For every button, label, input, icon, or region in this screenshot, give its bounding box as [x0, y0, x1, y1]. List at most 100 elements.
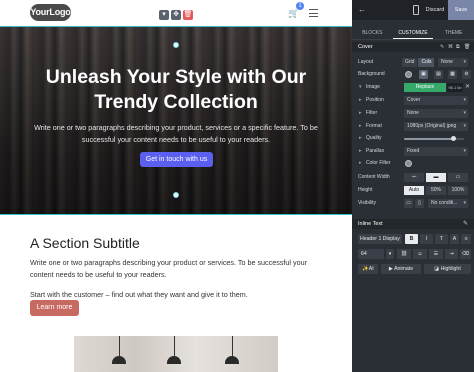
hero-cover-block[interactable]: Unleash Your Style with Our Trendy Colle…: [0, 26, 352, 215]
app-root: YourLogo ▾ ✥ 🗑 🛒 1 Unleash Your Style wi…: [0, 0, 474, 372]
color-filter-swatch[interactable]: [405, 160, 412, 167]
background-label: Background: [358, 71, 385, 77]
site-header: YourLogo ▾ ✥ 🗑 🛒 1: [0, 0, 352, 26]
height-auto-option[interactable]: Auto: [404, 186, 424, 195]
height-50-option[interactable]: 50%: [426, 186, 446, 195]
visibility-select[interactable]: No conditi...: [428, 199, 468, 208]
parallax-select[interactable]: Fixed: [404, 147, 468, 156]
panel-tabs: BLOCKS CUSTOMIZE THEME: [352, 27, 474, 39]
block-move-down-icon[interactable]: ▾: [159, 10, 169, 20]
background-color-swatch[interactable]: [405, 71, 412, 78]
animate-button[interactable]: ▶ Animate: [381, 264, 421, 274]
background-video-icon[interactable]: ▤: [434, 70, 443, 79]
section-subtitle[interactable]: A Section Subtitle: [30, 234, 330, 252]
visibility-mobile-icon[interactable]: ▯: [415, 199, 424, 208]
link-icon[interactable]: ⛓: [397, 249, 411, 259]
edit-icon[interactable]: ✎: [440, 44, 445, 50]
inline-text-title: Inline Text: [358, 221, 383, 227]
photo-lamp-cord: [232, 336, 233, 356]
filter-select[interactable]: None: [404, 109, 468, 118]
image-collapse-chevron-icon[interactable]: ▾: [359, 82, 362, 93]
clear-format-icon[interactable]: ⌫: [460, 249, 471, 259]
hero-background-image: [0, 27, 352, 214]
remove-image-icon[interactable]: ✕: [464, 83, 471, 92]
content-width-narrow-icon[interactable]: -▪-: [404, 173, 424, 182]
ai-label: AI: [368, 266, 374, 272]
discard-button[interactable]: Discard: [424, 5, 446, 15]
quality-slider-knob[interactable]: [450, 136, 456, 141]
quality-slider[interactable]: [404, 136, 464, 141]
row-format: ▸ Format 1080px (Original) jpeg: [352, 121, 474, 132]
mobile-preview-icon[interactable]: [413, 5, 419, 15]
code-icon[interactable]: ⌘: [448, 44, 453, 50]
tab-theme[interactable]: THEME: [433, 27, 474, 39]
block-drag-icon[interactable]: ✥: [171, 10, 181, 20]
tabs-divider: [352, 39, 474, 40]
hero-text[interactable]: Write one or two paragraphs describing y…: [26, 122, 326, 145]
section-paragraph-1[interactable]: Write one or two paragraphs describing y…: [30, 257, 326, 281]
tab-blocks[interactable]: BLOCKS: [352, 27, 393, 39]
background-gradient-icon[interactable]: ▦: [448, 70, 457, 79]
duplicate-icon[interactable]: ⧉: [456, 44, 461, 50]
resize-handle-top[interactable]: [173, 42, 179, 48]
font-style-select[interactable]: Header 1 Display: [358, 234, 402, 244]
content-width-full-icon[interactable]: ▭: [448, 173, 468, 182]
indent-icon[interactable]: ⇥: [445, 249, 458, 259]
tab-customize[interactable]: CUSTOMIZE: [392, 27, 434, 39]
learn-more-button[interactable]: Learn more: [30, 300, 79, 316]
text-color-icon[interactable]: A: [450, 234, 459, 244]
hamburger-menu-icon[interactable]: [309, 9, 318, 17]
emoji-icon[interactable]: ☺: [413, 249, 427, 259]
row-height: Height Auto 50% 100%: [352, 185, 474, 196]
pin-icon[interactable]: ✎: [463, 219, 468, 229]
hero-cta-button[interactable]: Get in touch with us: [140, 152, 213, 167]
bold-button[interactable]: B: [405, 234, 418, 244]
block-delete-icon[interactable]: 🗑: [183, 10, 193, 20]
panel-topbar: ← Discard Save: [352, 0, 474, 20]
position-label: Position: [366, 97, 384, 103]
photo-lamp-shade: [167, 356, 181, 364]
format-select[interactable]: 1080px (Original) jpeg: [404, 122, 468, 131]
back-arrow-icon[interactable]: ←: [358, 5, 366, 15]
highlight-button[interactable]: ◪ Highlight: [424, 264, 471, 274]
row-parallax: ▸ Parallax Fixed: [352, 146, 474, 157]
layout-label: Layout: [358, 59, 374, 65]
list-icon[interactable]: ☰: [429, 249, 443, 259]
delete-icon[interactable]: 🗑: [464, 44, 470, 50]
italic-button[interactable]: I: [420, 234, 433, 244]
layout-segment: Grid Cols: [402, 58, 436, 67]
text-section: A Section Subtitle Write one or two para…: [30, 234, 330, 301]
photo-lamp-shade: [225, 356, 239, 364]
image-label: Image: [366, 84, 380, 90]
align-icon[interactable]: ≡: [461, 234, 471, 244]
row-layout: Layout Grid Cols None: [352, 57, 474, 68]
parallax-label: Parallax: [366, 148, 385, 154]
row-filter: ▸ Filter None: [352, 108, 474, 119]
font-size-dropdown-icon[interactable]: ▾: [386, 249, 394, 259]
content-width-medium-icon[interactable]: ▬: [426, 173, 446, 182]
site-logo[interactable]: YourLogo: [30, 4, 71, 21]
section-photo: [74, 336, 278, 372]
ai-button[interactable]: ✨AI: [358, 264, 378, 274]
quality-chevron-icon: ▸: [359, 135, 362, 141]
height-100-option[interactable]: 100%: [448, 186, 468, 195]
hero-title[interactable]: Unleash Your Style with Our Trendy Colle…: [20, 65, 332, 115]
row-background: Background ▣ ▤ ▦ ⊘: [352, 69, 474, 80]
resize-handle-bottom[interactable]: [173, 192, 179, 198]
text-transform-button[interactable]: T: [435, 234, 448, 244]
cart-icon[interactable]: 🛒: [288, 8, 299, 18]
photo-lamp-cord: [119, 336, 120, 356]
save-button[interactable]: Save: [448, 0, 474, 20]
background-image-icon[interactable]: ▣: [419, 70, 428, 79]
position-select[interactable]: Cover: [404, 96, 468, 105]
layout-cols-option[interactable]: Cols: [418, 58, 436, 67]
layout-grid-option[interactable]: Grid: [402, 58, 419, 67]
background-none-icon[interactable]: ⊘: [462, 70, 471, 79]
layout-none-select[interactable]: None: [438, 58, 468, 67]
font-size-input[interactable]: 64: [358, 249, 384, 259]
visibility-desktop-icon[interactable]: ▭: [404, 199, 413, 208]
highlight-label: Highlight: [440, 266, 461, 272]
block-toolbar: ▾ ✥ 🗑: [159, 10, 193, 20]
cover-section-header: Cover ✎ ⌘ ⧉ 🗑: [352, 42, 474, 52]
replace-image-button[interactable]: Replace: [404, 83, 446, 92]
